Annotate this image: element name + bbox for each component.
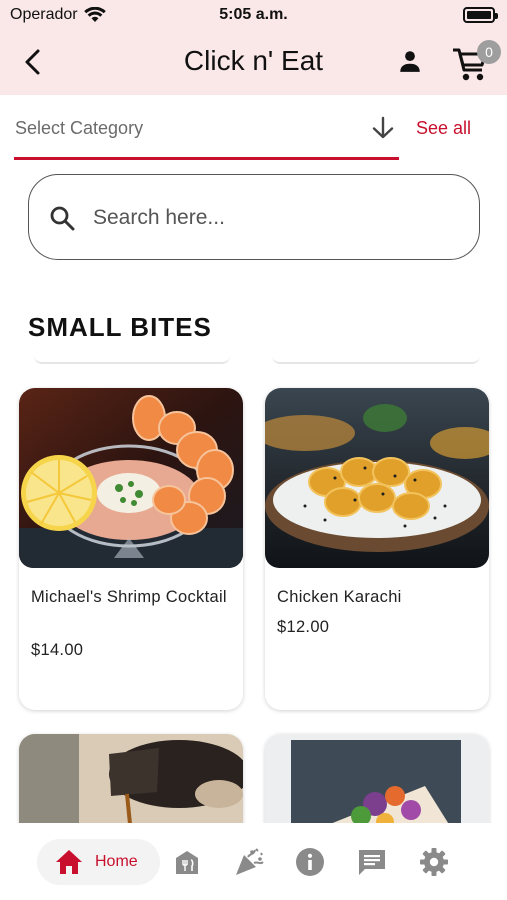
nav-home-label: Home — [95, 853, 138, 870]
previous-card-edge — [272, 356, 480, 364]
category-select[interactable]: Select Category — [14, 104, 399, 160]
search-box[interactable] — [28, 174, 480, 260]
menu-item-card[interactable]: Michael's Shrimp Cocktail $14.00 — [19, 388, 243, 710]
arrow-down-icon — [372, 116, 394, 139]
spring-roll-image — [265, 734, 489, 834]
nav-info[interactable] — [295, 847, 325, 877]
status-bar: Operador 5:05 a.m. — [0, 0, 507, 32]
settings-icon — [420, 848, 448, 876]
category-select-placeholder: Select Category — [15, 118, 144, 138]
menu-item-card[interactable]: Chicken Karachi $12.00 — [265, 388, 489, 710]
app-header: Click n' Eat 0 — [0, 32, 507, 95]
menu-item-card-partial[interactable] — [265, 734, 489, 834]
status-time: 5:05 a.m. — [219, 6, 288, 23]
menu-item-name: Michael's Shrimp Cocktail — [31, 588, 227, 606]
menu-item-price: $12.00 — [277, 618, 330, 636]
nav-celebration[interactable] — [234, 847, 264, 877]
see-all-link[interactable]: See all — [416, 118, 471, 139]
search-icon — [50, 206, 75, 231]
person-icon — [400, 51, 420, 72]
sauce-pour-image — [19, 734, 243, 834]
info-icon — [296, 848, 324, 876]
search-input[interactable] — [93, 199, 453, 237]
shrimp-cocktail-image — [19, 388, 243, 568]
chat-icon — [359, 850, 385, 875]
menu-item-price: $14.00 — [31, 641, 84, 659]
nav-restaurant[interactable] — [172, 847, 202, 877]
previous-card-edge — [34, 356, 230, 364]
profile-button[interactable] — [393, 44, 427, 78]
menu-item-card-partial[interactable] — [19, 734, 243, 834]
nav-chat[interactable] — [357, 847, 387, 877]
battery-icon — [463, 7, 498, 23]
bottom-nav: Home — [0, 823, 507, 900]
nav-home[interactable]: Home — [37, 839, 160, 885]
section-title: SMALL BITES — [28, 312, 212, 342]
app-title: Click n' Eat — [183, 45, 324, 76]
cart-button[interactable]: 0 — [451, 40, 501, 84]
restaurant-icon — [176, 851, 198, 874]
celebration-icon — [236, 848, 264, 875]
chicken-karachi-image — [265, 388, 489, 568]
cart-count-badge: 0 — [477, 40, 501, 64]
menu-item-name: Chicken Karachi — [277, 588, 402, 606]
nav-settings[interactable] — [419, 847, 449, 877]
home-icon — [56, 850, 82, 874]
